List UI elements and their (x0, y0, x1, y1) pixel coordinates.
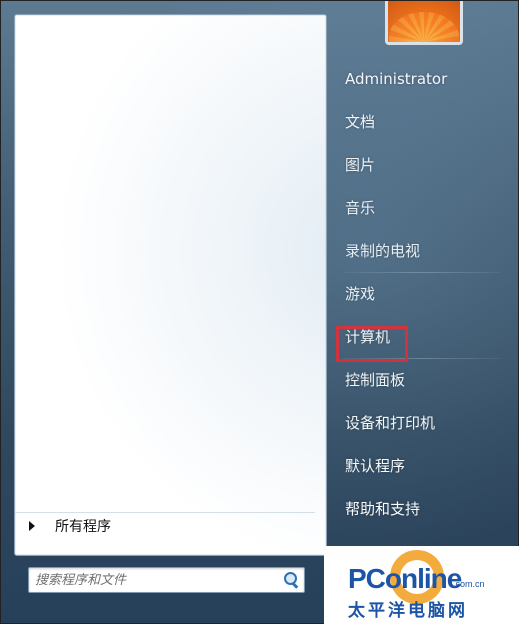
menu-item-label: Administrator (345, 69, 448, 88)
menu-item-recorded-tv[interactable]: 录制的电视 (331, 229, 511, 273)
menu-item-label: 图片 (345, 156, 376, 174)
flower-icon (389, 12, 459, 42)
watermark-logo: PConline .com.cn 太平洋电脑网 (324, 546, 519, 625)
start-menu: 所有程序 Administrator 文档 图片 音乐 录制的电视 游戏 计算机 (0, 0, 519, 625)
menu-item-default-programs[interactable]: 默认程序 (331, 444, 511, 487)
domain-text: .com.cn (453, 579, 485, 589)
menu-item-games[interactable]: 游戏 (331, 272, 511, 315)
menu-item-label: 游戏 (345, 285, 376, 303)
menu-item-label: 文档 (345, 113, 376, 131)
menu-item-label: 设备和打印机 (345, 414, 436, 432)
menu-item-administrator[interactable]: Administrator (331, 57, 511, 100)
menu-item-control-panel[interactable]: 控制面板 (331, 358, 511, 401)
search-icon[interactable] (282, 571, 300, 589)
all-programs-button[interactable]: 所有程序 (15, 512, 315, 539)
menu-item-label: 音乐 (345, 199, 376, 217)
triangle-right-icon (29, 521, 35, 531)
right-menu: Administrator 文档 图片 音乐 录制的电视 游戏 计算机 控制面板… (331, 57, 511, 530)
search-box[interactable] (28, 567, 305, 593)
menu-item-devices-printers[interactable]: 设备和打印机 (331, 401, 511, 444)
menu-item-documents[interactable]: 文档 (331, 100, 511, 143)
brand-cn-text: 太平洋电脑网 (348, 601, 468, 621)
search-input[interactable] (29, 572, 282, 588)
menu-item-help-support[interactable]: 帮助和支持 (331, 487, 511, 530)
highlight-box (336, 326, 408, 362)
menu-item-label: 帮助和支持 (345, 500, 421, 518)
menu-item-label: 录制的电视 (345, 242, 421, 260)
menu-item-pictures[interactable]: 图片 (331, 143, 511, 186)
all-programs-label: 所有程序 (55, 519, 111, 535)
programs-panel (14, 14, 327, 556)
menu-item-label: 默认程序 (345, 457, 406, 475)
brand-text: PConline (348, 563, 462, 594)
menu-item-label: 控制面板 (345, 371, 406, 389)
menu-item-music[interactable]: 音乐 (331, 186, 511, 229)
user-picture[interactable] (385, 1, 463, 45)
